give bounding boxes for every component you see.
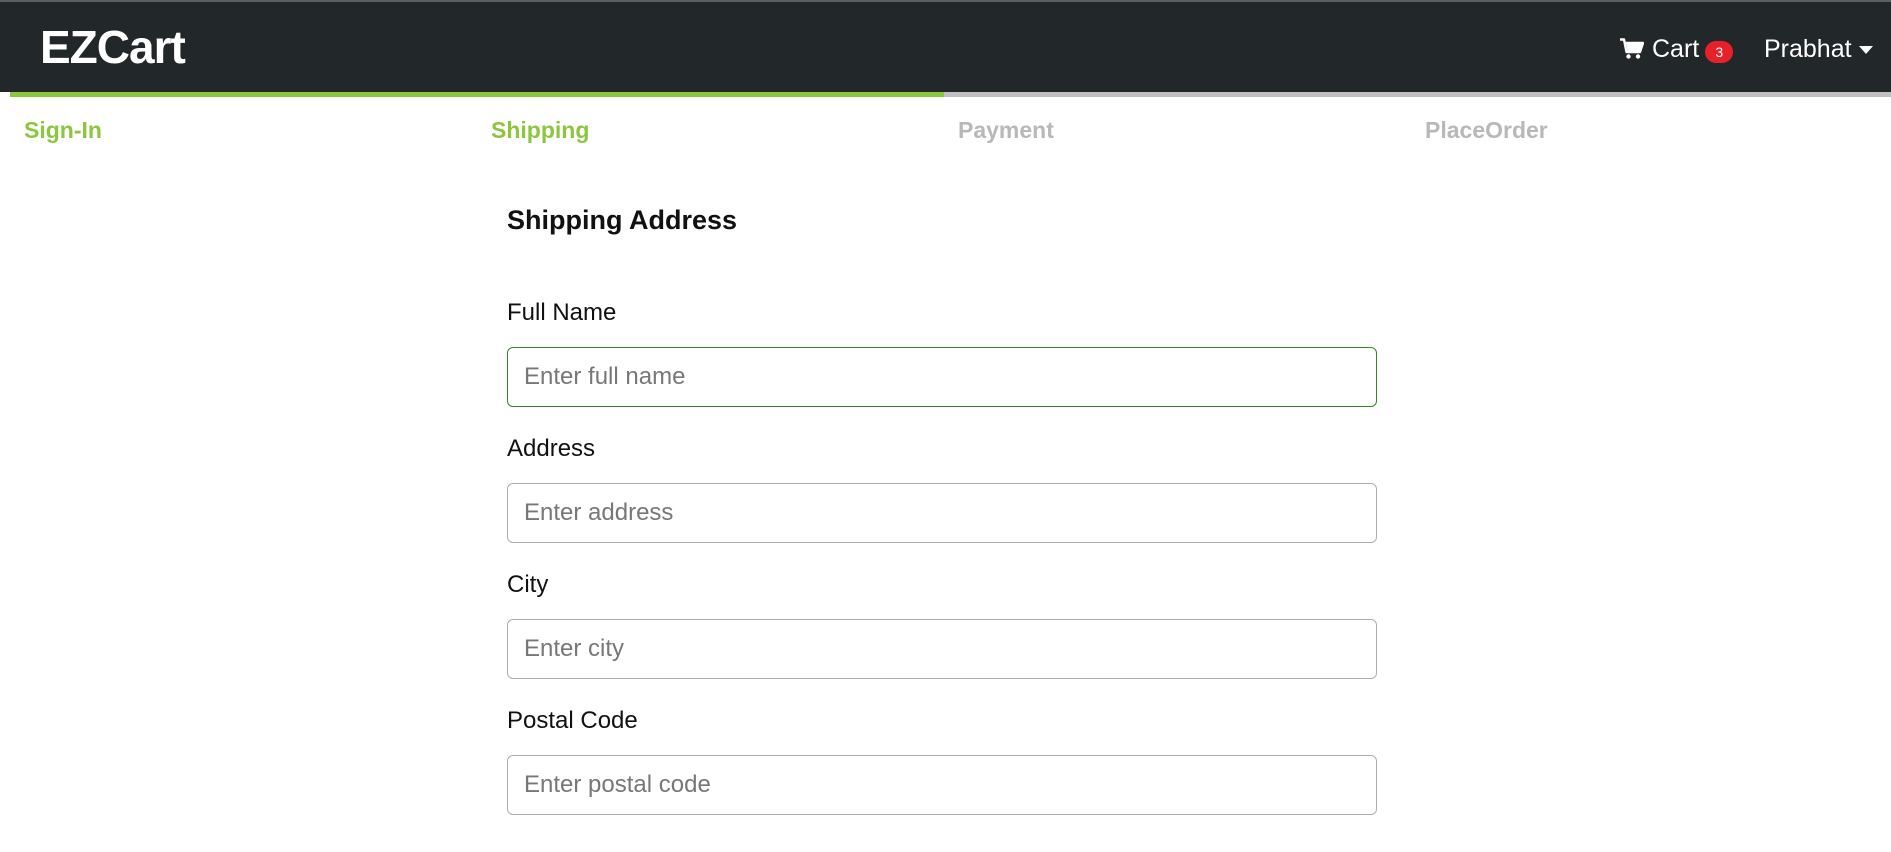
cart-link[interactable]: Cart 3 <box>1620 32 1734 66</box>
shopping-cart-icon <box>1620 38 1644 59</box>
cart-count-badge: 3 <box>1705 41 1734 63</box>
step-shipping: Shipping <box>477 92 944 152</box>
address-input[interactable] <box>507 483 1377 543</box>
user-dropdown-toggle[interactable]: Prabhat <box>1764 32 1873 66</box>
full-name-label: Full Name <box>507 299 617 326</box>
city-input[interactable] <box>507 619 1377 679</box>
checkout-steps: Sign-In Shipping Payment PlaceOrder <box>10 92 1891 152</box>
top-navbar: EZCart Cart 3 Prabhat <box>0 0 1891 92</box>
shipping-address-form: Shipping Address Full Name Address City … <box>507 200 1379 815</box>
postal-code-input[interactable] <box>507 755 1377 815</box>
cart-label: Cart <box>1652 34 1700 63</box>
user-name: Prabhat <box>1764 34 1852 63</box>
postal-code-label: Postal Code <box>507 707 638 734</box>
full-name-input[interactable] <box>507 347 1377 407</box>
step-sign-in: Sign-In <box>10 92 477 152</box>
city-label: City <box>507 571 549 598</box>
step-payment: Payment <box>944 92 1411 152</box>
caret-down-icon <box>1858 46 1873 54</box>
address-label: Address <box>507 435 596 462</box>
step-place-order: PlaceOrder <box>1411 92 1891 152</box>
brand-logo-link[interactable]: EZCart <box>40 22 186 72</box>
form-title: Shipping Address <box>507 205 738 235</box>
